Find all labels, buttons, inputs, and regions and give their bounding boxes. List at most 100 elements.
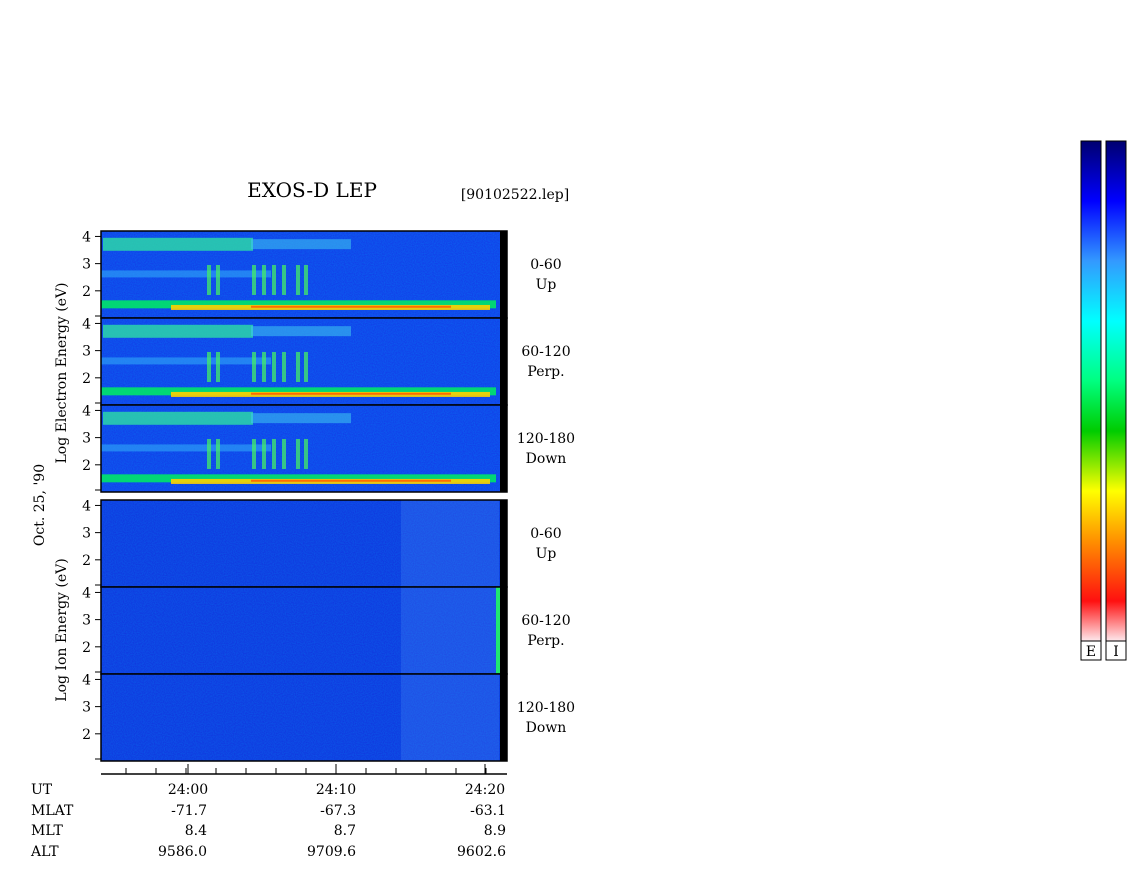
x-axis-ticks: 24:00 24:10 24:20 — [125, 764, 505, 798]
burst-column — [252, 438, 256, 469]
angle-label: 120-180 — [517, 700, 575, 716]
burst-column — [272, 264, 276, 295]
direction-label: Down — [526, 720, 567, 736]
panel-electron-0 — [100, 230, 508, 319]
angle-label: 60-120 — [521, 613, 570, 629]
ephemeris-alt-value: 9586.0 — [158, 844, 207, 860]
ephemeris-row-label: UT — [31, 782, 53, 798]
colorbar-ion-bar — [1105, 140, 1127, 642]
chart-title: EXOS-D LEP — [247, 178, 377, 202]
low-energy-peak — [251, 305, 451, 308]
mid-energy-band — [101, 270, 271, 278]
date-label: Oct. 25, '90 — [32, 464, 48, 546]
y-tick-label: 3 — [82, 526, 91, 542]
panel-electron-2 — [100, 404, 508, 493]
y-tick-label: 3 — [82, 431, 91, 447]
burst-column — [216, 351, 220, 382]
burst-column — [207, 351, 211, 382]
y-tick-label: 2 — [82, 371, 91, 387]
ephemeris-row-label: MLAT — [31, 803, 74, 819]
mid-energy-band — [101, 357, 271, 365]
panel-ion-3 — [100, 499, 508, 588]
high-energy-band — [103, 411, 253, 425]
ion-enhanced-region — [401, 587, 499, 674]
ephemeris-row-label: ALT — [30, 844, 59, 860]
ephemeris-mlat-value: -71.7 — [171, 803, 207, 819]
x-tick-label: 24:20 — [465, 782, 505, 798]
panel-edge — [500, 318, 507, 405]
panel-edge — [500, 587, 507, 674]
ephemeris-alt-value: 9602.6 — [457, 844, 506, 860]
y-tick-label: 2 — [82, 284, 91, 300]
burst-column — [296, 351, 300, 382]
colorbar-ion: I — [1105, 140, 1127, 661]
burst-column — [216, 438, 220, 469]
y-tick-label: 3 — [82, 257, 91, 273]
burst-column — [296, 438, 300, 469]
direction-label: Perp. — [527, 364, 564, 380]
angle-label: 120-180 — [517, 431, 575, 447]
y-tick-label: 2 — [82, 727, 91, 743]
burst-column — [252, 264, 256, 295]
ion-axis-label: Log Ion Energy (eV) — [54, 558, 70, 701]
panel-edge — [500, 231, 507, 318]
burst-column — [282, 438, 286, 469]
y-tick-label: 4 — [82, 498, 91, 514]
burst-column — [272, 438, 276, 469]
y-tick-label: 4 — [82, 229, 91, 245]
spectrogram-figure: EXOS-D LEP [90102522.lep] 4 3 2 0-60 Up 4 3 2 60… — [30, 140, 1127, 860]
ephemeris-alt-value: 9709.6 — [307, 844, 356, 860]
ephemeris-row-label: MLT — [31, 823, 63, 839]
burst-column — [296, 264, 300, 295]
panel-ion-4 — [100, 586, 508, 675]
angle-label: 0-60 — [530, 526, 561, 542]
ephemeris-mlat-value: -63.1 — [470, 803, 506, 819]
burst-column — [252, 351, 256, 382]
y-tick-label: 2 — [82, 458, 91, 474]
direction-label: Up — [536, 546, 557, 562]
x-tick-label: 24:00 — [168, 782, 208, 798]
burst-column — [304, 264, 308, 295]
high-energy-band — [103, 237, 253, 251]
ion-enhanced-region — [401, 500, 499, 587]
burst-column — [207, 438, 211, 469]
mid-energy-band — [101, 444, 271, 452]
burst-column — [262, 264, 266, 295]
direction-label: Perp. — [527, 633, 564, 649]
spectrogram-panels — [100, 230, 508, 762]
burst-column — [304, 438, 308, 469]
panel-edge — [500, 674, 507, 761]
y-tick-label: 3 — [82, 613, 91, 629]
burst-column — [262, 351, 266, 382]
y-tick-label: 3 — [82, 344, 91, 360]
burst-column — [216, 264, 220, 295]
ephemeris-mlt-value: 8.7 — [334, 823, 356, 839]
ephemeris-mlt-value: 8.9 — [484, 823, 506, 839]
burst-column — [304, 351, 308, 382]
x-tick-label: 24:10 — [316, 782, 356, 798]
electron-axis-label: Log Electron Energy (eV) — [54, 282, 70, 463]
high-energy-band-tail — [251, 413, 351, 424]
angle-label: 60-120 — [521, 344, 570, 360]
burst-column — [282, 351, 286, 382]
colorbar-electron: E — [1080, 140, 1102, 661]
low-energy-peak — [251, 392, 451, 395]
low-energy-peak — [251, 479, 451, 482]
y-tick-label: 4 — [82, 672, 91, 688]
y-tick-label: 4 — [82, 316, 91, 332]
direction-label: Up — [536, 277, 557, 293]
high-energy-band — [103, 324, 253, 338]
direction-label: Down — [526, 451, 567, 467]
edge-enhancement — [496, 587, 500, 674]
burst-column — [282, 264, 286, 295]
burst-column — [207, 264, 211, 295]
high-energy-band-tail — [251, 326, 351, 337]
burst-column — [272, 351, 276, 382]
high-energy-band-tail — [251, 239, 351, 250]
colorbar-ion-label: I — [1113, 644, 1119, 660]
angle-label: 0-60 — [530, 257, 561, 273]
ephemeris-mlat-value: -67.3 — [320, 803, 356, 819]
y-tick-label: 3 — [82, 700, 91, 716]
panel-edge — [500, 405, 507, 492]
ephemeris-table: UT MLAT MLT ALT -71.7 8.4 9586.0 -67.3 8.7 9709.6… — [30, 782, 506, 860]
